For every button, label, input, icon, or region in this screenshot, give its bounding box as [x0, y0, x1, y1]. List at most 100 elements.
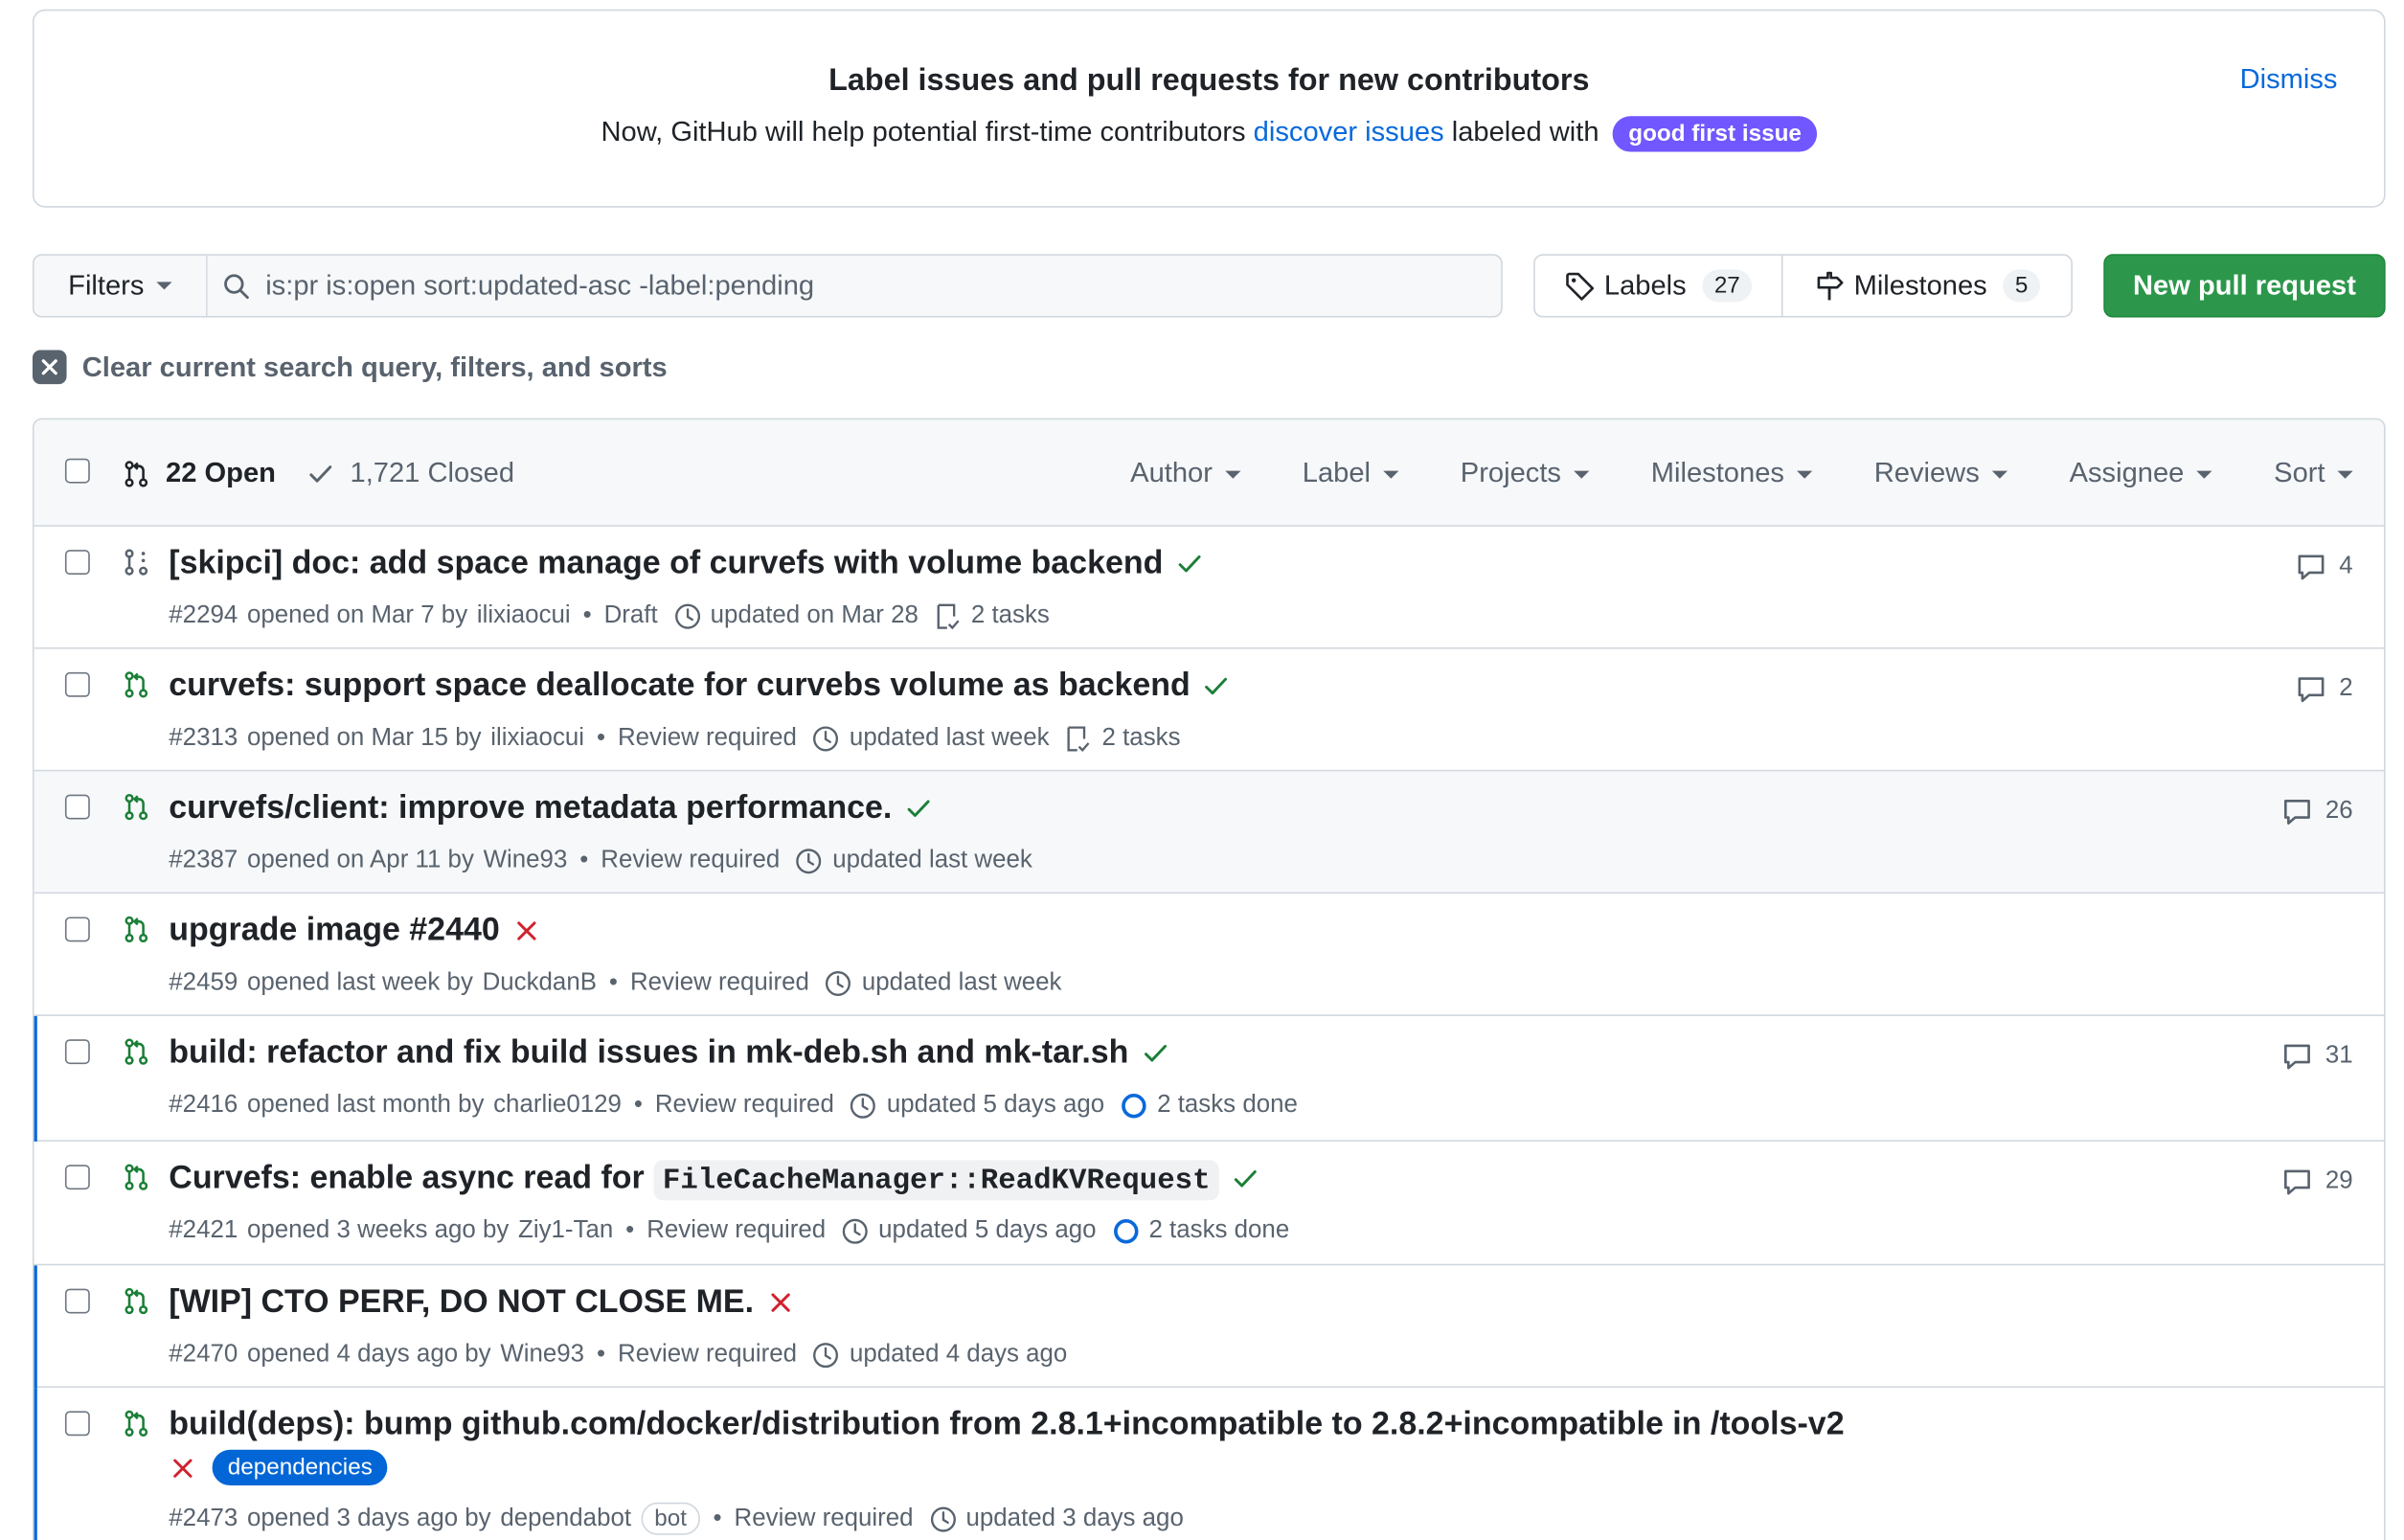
- checklist-icon: [937, 603, 960, 630]
- clock-icon: [796, 849, 822, 874]
- row-checkbox[interactable]: [64, 550, 90, 576]
- assignee-filter[interactable]: Assignee: [2070, 457, 2212, 489]
- pr-author[interactable]: dependabot: [500, 1505, 631, 1532]
- pull-request-title[interactable]: curvefs: support space deallocate for cu…: [169, 668, 1231, 705]
- dependencies-label[interactable]: dependencies: [212, 1449, 389, 1485]
- comment-count: 26: [2325, 797, 2353, 825]
- filters-label: Filters: [68, 269, 145, 301]
- comments-link[interactable]: 2: [2296, 674, 2353, 705]
- milestones-button[interactable]: Milestones 5: [1783, 256, 2072, 316]
- pull-request-row: [skipci] doc: add space manage of curvef…: [34, 526, 2385, 649]
- row-checkbox[interactable]: [64, 1288, 90, 1314]
- pr-opened: opened 3 weeks ago by: [246, 1217, 510, 1244]
- pr-author[interactable]: Ziy1-Tan: [518, 1217, 613, 1245]
- label-filter-label: Label: [1302, 457, 1372, 488]
- new-pull-request-button[interactable]: New pull request: [2103, 254, 2386, 318]
- search-input[interactable]: [265, 269, 1502, 303]
- chevron-down-icon: [2196, 470, 2212, 479]
- clock-icon: [826, 970, 851, 996]
- pull-request-title[interactable]: upgrade image #2440: [169, 913, 540, 950]
- labels-count: 27: [1701, 269, 1753, 303]
- pr-author[interactable]: DuckdanB: [483, 969, 597, 997]
- sort-filter[interactable]: Sort: [2274, 457, 2353, 489]
- comments-link[interactable]: 31: [2282, 1041, 2353, 1072]
- clear-search-query-link[interactable]: Clear current search query, filters, and…: [32, 350, 668, 385]
- milestones-filter[interactable]: Milestones: [1651, 457, 1813, 489]
- search-icon: [224, 273, 249, 299]
- comment-icon: [2298, 677, 2325, 703]
- author-filter[interactable]: Author: [1130, 457, 1241, 489]
- pr-state: Draft: [603, 602, 658, 629]
- discover-issues-link[interactable]: discover issues: [1254, 116, 1444, 147]
- progress-circle-icon: [1113, 1219, 1138, 1244]
- chevron-down-icon: [2337, 470, 2353, 479]
- check-icon[interactable]: [904, 795, 932, 823]
- closed-tab[interactable]: 1,721 Closed: [306, 457, 514, 489]
- clock-icon: [813, 1343, 839, 1369]
- pull-request-title[interactable]: build(deps): bump github.com/docker/dist…: [169, 1407, 1844, 1444]
- pr-author[interactable]: ilixiaocui: [477, 602, 571, 630]
- pull-request-title[interactable]: [skipci] doc: add space manage of curvef…: [169, 545, 1203, 582]
- check-icon[interactable]: [1203, 673, 1231, 701]
- check-icon[interactable]: [1232, 1166, 1259, 1193]
- pull-request-meta: #2470 opened 4 days ago by Wine93 • Revi…: [169, 1342, 1067, 1370]
- pr-state: Review required: [601, 847, 781, 874]
- pull-request-icon: [125, 1038, 148, 1065]
- pr-updated: updated 5 days ago: [886, 1092, 1105, 1119]
- pr-updated: updated last week: [832, 847, 1032, 874]
- row-checkbox[interactable]: [64, 1165, 90, 1190]
- reviews-filter[interactable]: Reviews: [1874, 457, 2007, 489]
- reviews-filter-label: Reviews: [1873, 457, 1980, 488]
- good-first-issue-label: good first issue: [1613, 116, 1818, 152]
- dismiss-button[interactable]: Dismiss: [2240, 63, 2338, 96]
- pr-opened: opened 4 days ago by: [246, 1341, 491, 1369]
- open-tab[interactable]: 22 Open: [123, 457, 276, 489]
- pr-author[interactable]: Wine93: [484, 848, 568, 875]
- pull-request-meta: #2473 opened 3 days ago by dependabot bo…: [169, 1502, 1184, 1535]
- select-all-checkbox[interactable]: [64, 458, 90, 484]
- pull-request-meta: #2459 opened last week by DuckdanB • Rev…: [169, 969, 1062, 997]
- pr-number: #2294: [169, 602, 238, 629]
- pr-author[interactable]: Wine93: [500, 1342, 584, 1370]
- pr-opened: opened on Mar 7 by: [246, 602, 468, 629]
- row-checkbox[interactable]: [64, 917, 90, 942]
- pr-number: #2421: [169, 1217, 238, 1244]
- check-icon[interactable]: [1141, 1040, 1168, 1068]
- pr-tasks: 2 tasks: [1101, 724, 1181, 752]
- chevron-down-icon: [1573, 470, 1590, 479]
- comments-link[interactable]: 26: [2282, 796, 2353, 827]
- comments-link[interactable]: 4: [2296, 552, 2353, 582]
- x-icon[interactable]: [512, 917, 540, 945]
- pull-request-title[interactable]: build: refactor and fix build issues in …: [169, 1034, 1168, 1072]
- pr-state: Review required: [617, 724, 797, 752]
- pull-request-title[interactable]: Curvefs: enable async read for FileCache…: [169, 1160, 1259, 1201]
- pr-author[interactable]: charlie0129: [493, 1092, 622, 1120]
- pull-request-title[interactable]: [WIP] CTO PERF, DO NOT CLOSE ME.: [169, 1284, 794, 1322]
- row-checkbox[interactable]: [64, 1039, 90, 1065]
- filters-button[interactable]: Filters: [34, 255, 208, 316]
- labels-button[interactable]: Labels 27: [1535, 255, 1783, 316]
- comment-icon: [2284, 800, 2311, 825]
- pull-request-title-text: build(deps): bump github.com/docker/dist…: [169, 1406, 1845, 1442]
- x-icon[interactable]: [766, 1289, 794, 1317]
- pr-author[interactable]: ilixiaocui: [490, 725, 584, 753]
- open-count: 22 Open: [166, 457, 276, 488]
- chevron-down-icon: [1382, 470, 1399, 479]
- pull-request-meta: #2421 opened 3 weeks ago by Ziy1-Tan • R…: [169, 1217, 1289, 1245]
- pr-state: Review required: [629, 969, 809, 996]
- comments-link[interactable]: 29: [2282, 1166, 2353, 1197]
- row-checkbox[interactable]: [64, 1411, 90, 1437]
- row-checkbox[interactable]: [64, 794, 90, 820]
- milestone-icon: [1817, 270, 1844, 300]
- row-checkbox[interactable]: [64, 671, 90, 697]
- banner-desc-prefix: Now, GitHub will help potential first-ti…: [601, 116, 1254, 147]
- milestones-label: Milestones: [1853, 269, 1987, 301]
- x-icon[interactable]: [169, 1454, 196, 1482]
- pull-request-list: 22 Open 1,721 Closed Author Label Projec…: [32, 418, 2386, 1540]
- pull-request-title[interactable]: curvefs/client: improve metadata perform…: [169, 790, 932, 827]
- pr-updated: updated last week: [849, 724, 1050, 752]
- projects-filter[interactable]: Projects: [1461, 457, 1590, 489]
- label-filter[interactable]: Label: [1302, 457, 1399, 489]
- search-field[interactable]: [207, 255, 1502, 316]
- check-icon[interactable]: [1175, 551, 1203, 578]
